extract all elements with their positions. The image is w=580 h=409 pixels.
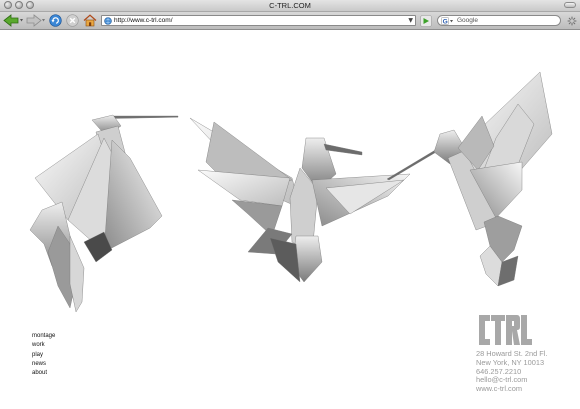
home-icon bbox=[83, 14, 96, 27]
nav-link-news[interactable]: news bbox=[32, 360, 55, 369]
reload-button[interactable] bbox=[48, 14, 62, 27]
nav-link-about[interactable]: about bbox=[32, 369, 55, 378]
search-bar[interactable]: G Google bbox=[437, 15, 561, 26]
window-title: C-TRL.COM bbox=[269, 1, 311, 10]
back-arrow-icon bbox=[3, 14, 23, 27]
stop-button[interactable] bbox=[65, 14, 79, 27]
page-content: montage work play news about 28 Howard S… bbox=[0, 30, 580, 409]
toolbar-toggle-button[interactable] bbox=[564, 2, 576, 8]
activity-indicator bbox=[566, 14, 577, 27]
website-link[interactable]: www.c-trl.com bbox=[476, 384, 547, 394]
nav-link-work[interactable]: work bbox=[32, 341, 55, 350]
home-button[interactable] bbox=[82, 14, 97, 27]
nav-link-montage[interactable]: montage bbox=[32, 332, 55, 341]
nav-link-play[interactable]: play bbox=[32, 351, 55, 360]
ctrl-logo[interactable] bbox=[476, 313, 534, 351]
go-arrow-icon bbox=[419, 14, 432, 27]
back-button[interactable] bbox=[3, 14, 25, 27]
reload-icon bbox=[48, 14, 62, 27]
activity-spinner-icon bbox=[567, 16, 576, 25]
address-text: http://www.c-trl.com/ bbox=[114, 17, 173, 24]
title-bar: C-TRL.COM bbox=[0, 0, 580, 12]
svg-text:G: G bbox=[443, 18, 448, 25]
center-hummingbird bbox=[189, 117, 411, 283]
right-hummingbird bbox=[386, 71, 553, 287]
chevron-down-icon[interactable]: ▼ bbox=[408, 18, 413, 24]
forward-button[interactable] bbox=[26, 14, 46, 27]
forward-arrow-icon bbox=[26, 14, 45, 27]
address-bar[interactable]: http://www.c-trl.com/ ▼ bbox=[101, 15, 416, 26]
go-button[interactable] bbox=[419, 14, 432, 27]
origami-hummingbirds-image bbox=[29, 71, 553, 313]
search-input: Google bbox=[457, 17, 478, 24]
ctrl-logo-mark bbox=[479, 315, 532, 345]
stop-icon bbox=[65, 14, 79, 27]
browser-window: C-TRL.COM http://www.c-trl.com/ ▼ G Goog… bbox=[0, 0, 580, 409]
browser-toolbar: http://www.c-trl.com/ ▼ G Google bbox=[0, 12, 580, 30]
google-icon: G bbox=[441, 17, 453, 25]
contact-block: 28 Howard St. 2nd Fl. New York, NY 10013… bbox=[476, 349, 547, 394]
left-hummingbird bbox=[29, 114, 179, 313]
main-nav: montage work play news about bbox=[32, 332, 55, 378]
globe-icon bbox=[104, 17, 112, 25]
